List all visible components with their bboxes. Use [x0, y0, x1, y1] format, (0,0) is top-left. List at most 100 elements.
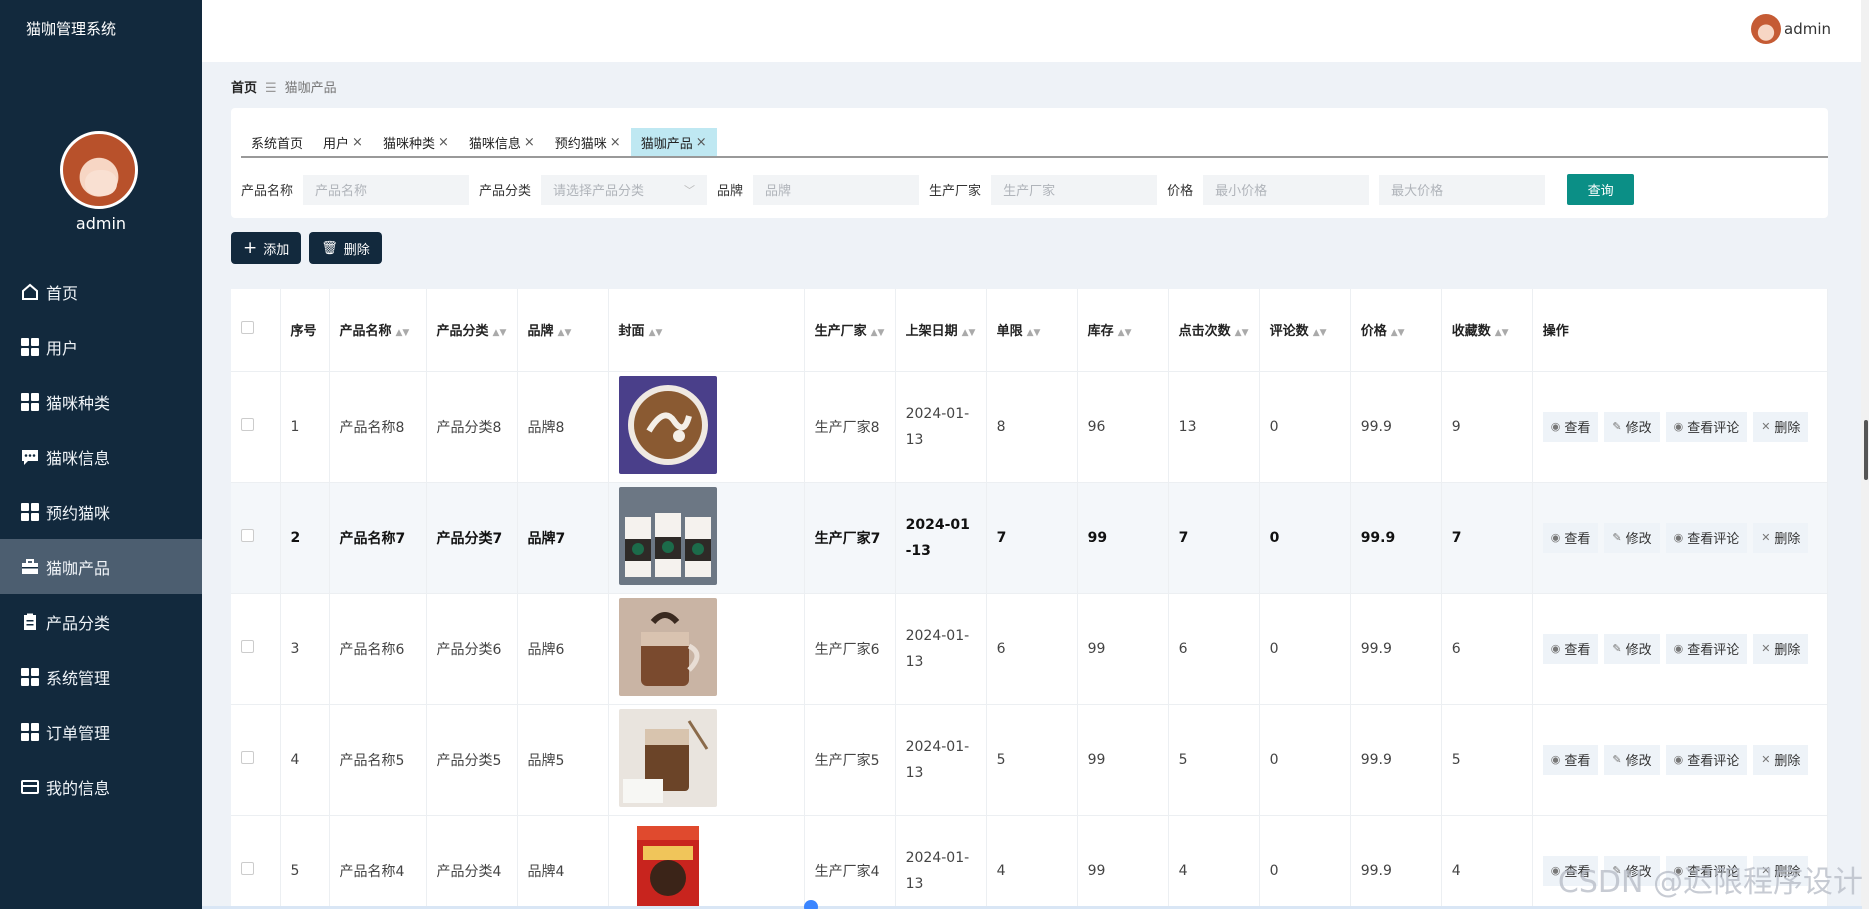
row-checkbox[interactable] [241, 529, 254, 542]
filter-card: 系统首页 用户 × 猫咪种类 × 猫咪信息 × 预约猫咪 × 猫咖产品 × 产品名称 产品名称 产品… [231, 108, 1828, 218]
sidebar-item-2[interactable]: 猫咪种类 [0, 374, 202, 429]
comments-button[interactable]: ◉ 查看评论 [1665, 633, 1748, 664]
column-header-comments[interactable]: 评论数 ▲▼ [1259, 289, 1351, 371]
row-select-cell [231, 481, 281, 593]
tab-1[interactable]: 用户 × [313, 128, 373, 156]
scrollbar-thumb[interactable] [1864, 420, 1868, 480]
view-button[interactable]: ◉ 查看 [1542, 633, 1599, 664]
query-button[interactable]: 查询 [1567, 174, 1635, 205]
product-name-input[interactable]: 产品名称 [303, 174, 470, 205]
delete-label: 删除 [343, 242, 370, 258]
sidebar-item-9[interactable]: 我的信息 [0, 759, 202, 814]
row-checkbox[interactable] [241, 418, 254, 431]
comments-button[interactable]: ◉ 查看评论 [1665, 411, 1748, 442]
cell-value: 99 [1087, 862, 1106, 879]
column-header-brand[interactable]: 品牌 ▲▼ [517, 289, 609, 371]
tab-2[interactable]: 猫咪种类 × [373, 128, 459, 156]
tab-4[interactable]: 预约猫咪 × [545, 128, 631, 156]
sidebar-item-4[interactable]: 预约猫咪 [0, 484, 202, 539]
max-price-input[interactable]: 最大价格 [1379, 174, 1546, 205]
scrollbar[interactable] [1861, 0, 1869, 909]
sort-icon[interactable]: ▲▼ [396, 328, 410, 338]
user-name[interactable]: admin [1784, 20, 1831, 38]
delete-button[interactable]: ✕ 删除 [1753, 633, 1809, 664]
row-checkbox[interactable] [241, 862, 254, 876]
eye-icon: ◉ [1673, 753, 1684, 766]
column-header-price[interactable]: 价格 ▲▼ [1350, 289, 1442, 371]
column-header-stock[interactable]: 库存 ▲▼ [1077, 289, 1169, 371]
delete-button[interactable]: ✕ 删除 [1753, 411, 1809, 442]
breadcrumb-home[interactable]: 首页 [231, 81, 257, 96]
view-button[interactable]: ◉ 查看 [1542, 744, 1599, 775]
view-button[interactable]: ◉ 查看 [1542, 411, 1599, 442]
sort-icon[interactable]: ▲▼ [649, 328, 663, 338]
close-icon[interactable]: × [352, 135, 363, 150]
min-price-input[interactable]: 最小价格 [1203, 174, 1370, 205]
delete-button[interactable]: ✕ 删除 [1753, 522, 1809, 553]
sidebar-item-label: 产品分类 [46, 613, 111, 633]
cell-value: 2024-01-13 [905, 738, 970, 781]
comments-button[interactable]: ◉ 查看评论 [1665, 522, 1748, 553]
sort-icon[interactable]: ▲▼ [1495, 328, 1509, 338]
sort-icon[interactable]: ▲▼ [962, 328, 976, 338]
view-button[interactable]: ◉ 查看 [1542, 522, 1599, 553]
edit-button[interactable]: ✎ 修改 [1604, 744, 1660, 775]
row-checkbox[interactable] [241, 640, 254, 653]
select-all-checkbox[interactable] [241, 321, 254, 335]
sort-icon[interactable]: ▲▼ [1235, 328, 1249, 338]
column-header-product-name[interactable]: 产品名称 ▲▼ [329, 289, 427, 371]
sidebar-item-7[interactable]: 系统管理 [0, 649, 202, 704]
sidebar-item-6[interactable]: 产品分类 [0, 594, 202, 649]
sidebar-item-3[interactable]: 猫咪信息 [0, 429, 202, 484]
edit-button[interactable]: ✎ 修改 [1604, 411, 1660, 442]
maker-input[interactable]: 生产厂家 [991, 174, 1158, 205]
comments-button[interactable]: ◉ 查看评论 [1665, 744, 1748, 775]
sidebar-item-label: 订单管理 [46, 723, 111, 743]
sidebar-item-0[interactable]: 首页 [0, 264, 202, 319]
scroll-handle[interactable] [804, 900, 818, 909]
sidebar-item-5[interactable]: 猫咖产品 [0, 539, 202, 594]
row-checkbox[interactable] [241, 751, 254, 764]
column-header-cover[interactable]: 封面 ▲▼ [608, 289, 805, 371]
table-row[interactable]: 3 产品名称6 产品分类6 品牌6 生产厂家6 2024-01-13 6 99 6 0 99.9 6 ◉… [231, 592, 1828, 704]
brand-input[interactable]: 品牌 [753, 174, 920, 205]
column-header-date[interactable]: 上架日期 ▲▼ [895, 289, 987, 371]
column-header-maker[interactable]: 生产厂家 ▲▼ [804, 289, 896, 371]
sidebar-username: admin [75, 214, 127, 233]
edit-button[interactable]: ✎ 修改 [1604, 633, 1660, 664]
sort-icon[interactable]: ▲▼ [1027, 328, 1041, 338]
close-icon[interactable]: × [524, 135, 535, 150]
cell-clicks: 7 [1168, 481, 1260, 593]
cell-category: 产品分类8 [426, 370, 518, 482]
sort-icon[interactable]: ▲▼ [1391, 328, 1405, 338]
filter-bar: 产品名称 产品名称 产品分类 请选择产品分类 ﹀ 品牌 品牌 生产厂家 生产厂家 … [241, 174, 1635, 205]
close-icon[interactable]: × [438, 135, 449, 150]
close-icon[interactable]: × [610, 135, 621, 150]
close-icon[interactable]: × [696, 135, 707, 150]
column-header-clicks[interactable]: 点击次数 ▲▼ [1168, 289, 1260, 371]
table-row[interactable]: 1 产品名称8 产品分类8 品牌8 生产厂家8 2024-01-13 8 96 13 0 99.9 9… [231, 370, 1828, 482]
table-row[interactable]: 2 产品名称7 产品分类7 品牌7 生产厂家7 2024-01-13 7 99 7 0 99.9 7 ◉… [231, 481, 1828, 593]
delete-button[interactable]: 🗑 删除 [309, 232, 382, 264]
sidebar-item-1[interactable]: 用户 [0, 319, 202, 374]
column-header-category[interactable]: 产品分类 ▲▼ [426, 289, 518, 371]
add-button[interactable]: + 添加 [231, 232, 302, 264]
avatar[interactable] [60, 131, 138, 209]
tab-3[interactable]: 猫咪信息 × [459, 128, 545, 156]
column-header-favs[interactable]: 收藏数 ▲▼ [1441, 289, 1533, 371]
sort-icon[interactable]: ▲▼ [1313, 328, 1327, 338]
tab-5[interactable]: 猫咖产品 × [630, 128, 717, 156]
sort-icon[interactable]: ▲▼ [1118, 328, 1132, 338]
table-row[interactable]: 4 产品名称5 产品分类5 品牌5 生产厂家5 2024-01-13 5 99 5 0 99.9 5 ◉… [231, 703, 1828, 815]
edit-button[interactable]: ✎ 修改 [1604, 522, 1660, 553]
user-avatar[interactable] [1751, 14, 1781, 44]
tab-0[interactable]: 系统首页 [241, 128, 313, 156]
delete-button[interactable]: ✕ 删除 [1753, 744, 1809, 775]
cell-maker: 生产厂家7 [804, 481, 896, 593]
column-header-limit[interactable]: 单限 ▲▼ [986, 289, 1078, 371]
category-select[interactable]: 请选择产品分类 ﹀ [541, 174, 708, 205]
sidebar-item-8[interactable]: 订单管理 [0, 704, 202, 759]
sort-icon[interactable]: ▲▼ [493, 328, 507, 338]
sort-icon[interactable]: ▲▼ [871, 328, 885, 338]
sort-icon[interactable]: ▲▼ [558, 328, 572, 338]
